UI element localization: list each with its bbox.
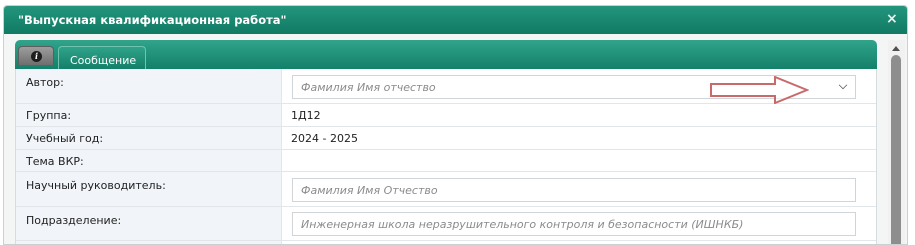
vertical-scrollbar[interactable] [888,40,905,244]
year-label: Учебный год: [16,127,282,149]
form-row-group: Группа: 1Д12 [16,104,876,127]
scroll-thumb[interactable] [891,55,901,244]
close-icon[interactable]: × [886,12,898,26]
group-label: Группа: [16,104,282,126]
dialog-content: i Сообщение Автор: Фамилия Имя отчество … [15,40,877,244]
group-value: 1Д12 [291,109,321,122]
annotation-arrow-icon [710,76,809,104]
dialog-titlebar: "Выпускная квалификационная работа" × [4,6,907,34]
supervisor-label: Научный руководитель: [16,172,282,206]
vkr-dialog: "Выпускная квалификационная работа" × i … [3,5,908,245]
form-row-department: Подразделение: Инженерная школа неразруш… [16,207,876,241]
tab-message[interactable]: Сообщение [58,46,146,69]
topic-label: Тема ВКР: [16,150,282,171]
department-placeholder: Инженерная школа неразрушительного контр… [301,218,744,231]
form-row-year: Учебный год: 2024 - 2025 [16,127,876,150]
form-row-supervisor: Научный руководитель: Фамилия Имя Отчест… [16,172,876,207]
form-row-partial [16,241,876,244]
partial-label [16,241,282,244]
tab-info[interactable]: i [18,46,54,65]
author-placeholder: Фамилия Имя отчество [301,81,436,94]
author-label: Автор: [16,69,282,103]
supervisor-input[interactable]: Фамилия Имя Отчество [292,178,856,202]
year-value: 2024 - 2025 [291,132,358,145]
department-label: Подразделение: [16,207,282,240]
topic-value [282,150,876,171]
department-input[interactable]: Инженерная школа неразрушительного контр… [292,212,856,236]
dialog-title: "Выпускная квалификационная работа" [18,13,287,27]
tab-bar: i Сообщение [15,40,877,69]
scroll-up-icon[interactable] [892,46,900,51]
supervisor-placeholder: Фамилия Имя Отчество [301,184,438,197]
info-icon: i [31,51,42,62]
form-row-topic: Тема ВКР: [16,150,876,172]
chevron-down-icon[interactable] [838,80,848,90]
